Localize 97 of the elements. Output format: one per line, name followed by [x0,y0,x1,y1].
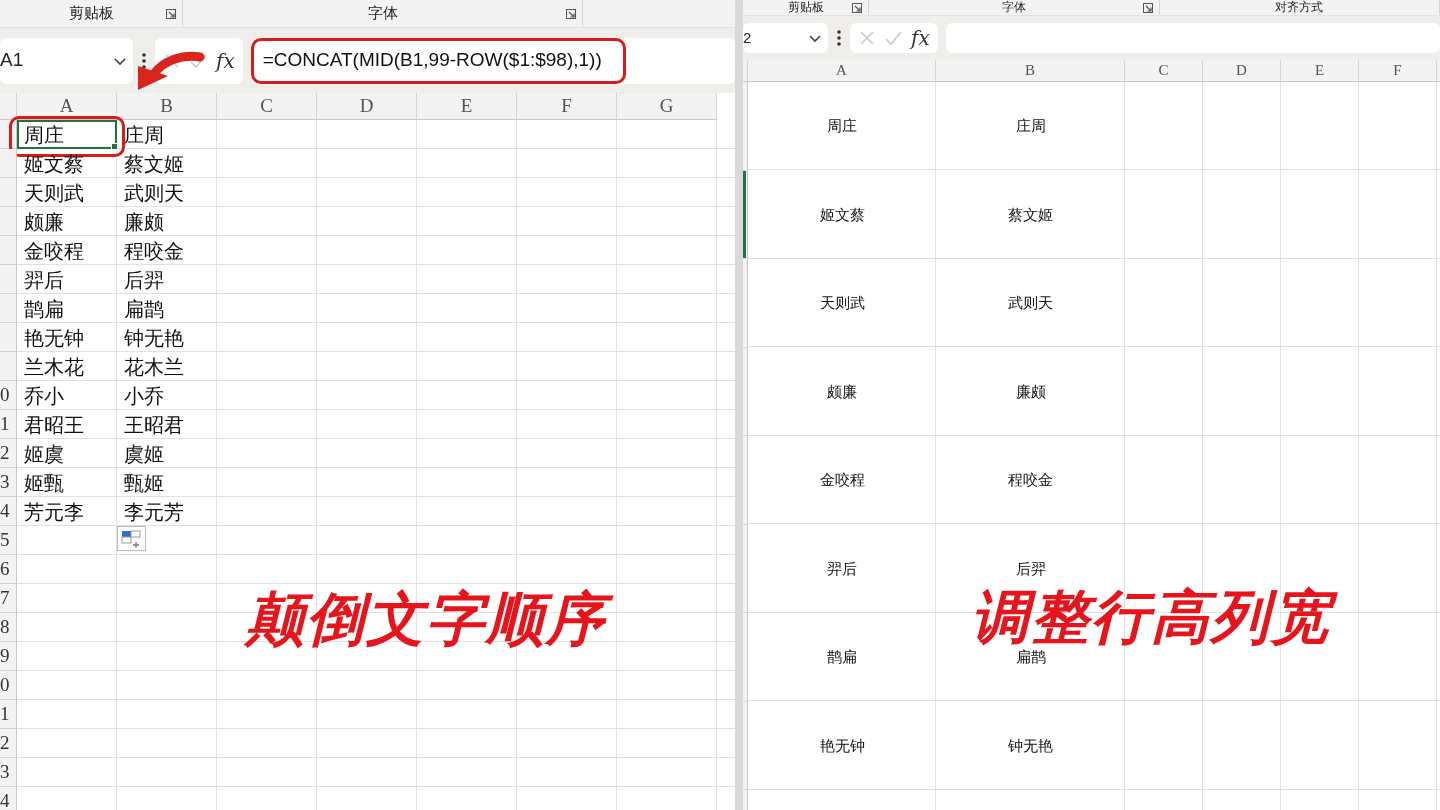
table-cell-text: 廉颇 [124,208,164,236]
row-header[interactable]: 1 [0,700,17,729]
table-cell-text: 后羿 [124,266,164,294]
table-cell-text: 姬文蔡 [819,204,865,226]
column-header[interactable]: D [317,93,417,120]
table-cell-text: 庄周 [1015,116,1046,137]
caption-text: 调整行高列宽 [965,586,1345,650]
row-header[interactable]: 6 [0,555,17,584]
table-cell-text: 君昭王 [24,411,84,439]
row-header[interactable]: 4 [0,497,17,526]
table-cell-text: 小乔 [124,382,164,410]
column-header[interactable]: A [17,93,117,120]
dialog-launcher-icon[interactable] [166,8,176,19]
chevron-icon[interactable] [808,32,822,44]
select-all-corner[interactable] [0,93,17,120]
column-header[interactable]: A [748,60,936,82]
column-header[interactable]: C [1125,60,1203,82]
table-cell-text: 钟无艳 [1008,735,1053,757]
row-header[interactable]: 2 [0,439,17,468]
row-header[interactable]: 0 [0,381,17,410]
table-cell-text: 庄周 [124,121,164,149]
selected-cell[interactable]: 周庄 [17,120,117,149]
paste-options-icon[interactable] [117,526,146,551]
table-cell-text: 扁鹊 [1015,648,1046,668]
table-cell-text: 钟无艳 [124,324,184,352]
table-cell-text: 周庄 [827,116,857,137]
table-cell-text: 姬甄 [24,469,64,497]
table-cell-text: 天则武 [24,179,84,207]
table-cell-text: 蔡文姬 [1008,204,1053,226]
column-header[interactable]: B [117,93,217,120]
row-header[interactable]: 7 [0,584,17,613]
table-cell-text: 武则天 [1008,293,1053,314]
ribbon-group-label: 对齐方式 [1275,0,1324,15]
column-header[interactable]: G [617,93,717,120]
column-header[interactable]: E [1281,60,1359,82]
ribbon-group-label: 剪贴板 [68,5,114,22]
more-options-icon[interactable] [141,51,147,70]
name-box[interactable]: A1 [0,37,133,84]
table-cell-text: 程咬金 [1008,470,1053,491]
row-header[interactable]: 3 [0,758,17,787]
table-cell-text: 王昭君 [124,411,184,439]
table-cell-text: 姬文蔡 [24,150,84,178]
table-cell-text: 后羿 [1015,558,1046,580]
insert-function-button[interactable]: fx [911,28,930,48]
table-cell-text: 虞姬 [124,440,164,468]
dialog-launcher-icon[interactable] [566,8,576,19]
table-cell-text: 艳无钟 [819,735,865,757]
dialog-launcher-icon[interactable] [852,2,863,13]
table-cell-text: 鹊扁 [827,647,857,668]
table-cell-text: 程咬金 [124,237,184,265]
row-header[interactable]: 9 [0,642,17,671]
row-header[interactable]: 5 [0,526,17,555]
column-header[interactable]: D [1203,60,1281,82]
table-cell-text: 颇廉 [827,381,857,403]
caption-text: 颠倒文字顺序 [240,588,620,652]
column-header[interactable]: F [517,93,617,120]
table-cell-text: 艳无钟 [24,324,84,352]
dialog-launcher-icon[interactable] [1142,2,1153,13]
ribbon-group-label: 字体 [1001,0,1026,15]
table-cell-text: 天则武 [819,293,865,314]
ribbon-group-label: 字体 [367,5,398,22]
row-header[interactable]: 3 [0,468,17,497]
column-header[interactable]: E [417,93,517,120]
column-header[interactable]: F [1359,60,1437,82]
name-box-value: 2 [743,27,752,48]
formula-text: =CONCAT(MID(B1,99-ROW($1:$98),1)) [261,48,602,73]
table-cell-text: 廉颇 [1015,381,1046,403]
table-cell-text: 鹊扁 [24,295,64,323]
ribbon-group-label: 剪贴板 [787,0,824,15]
table-cell-text: 乔小 [24,382,64,410]
row-header[interactable]: 2 [0,729,17,758]
insert-function-button[interactable]: fx [216,50,235,71]
name-box[interactable]: 2 [743,23,828,53]
table-cell-text: 李元芳 [124,498,184,526]
table-cell-text: 羿后 [827,558,857,580]
table-cell-text: 金咬程 [24,237,84,265]
table-cell-text: 扁鹊 [124,295,164,323]
table-cell-text: 甄姬 [124,469,164,497]
name-box-value: A1 [0,48,24,73]
table-cell-text: 花木兰 [124,353,184,381]
row-header[interactable]: 8 [0,613,17,642]
formula-field[interactable]: =CONCAT(MID(B1,99-ROW($1:$98),1)) [250,37,735,84]
table-cell-text: 颇廉 [24,208,64,236]
fill-handle[interactable] [111,143,118,150]
table-cell-text: 羿后 [24,266,64,294]
table-cell-text: 金咬程 [819,470,865,491]
row-header[interactable]: 1 [0,410,17,439]
table-cell-text: 芳元李 [24,498,84,526]
table-cell-text: 蔡文姬 [124,150,184,178]
column-header[interactable]: C [217,93,317,120]
row-header[interactable]: 0 [0,671,17,700]
more-options-icon[interactable] [836,29,842,47]
table-cell-text: 兰木花 [24,353,84,381]
column-header[interactable]: B [936,60,1125,82]
row-header[interactable]: 4 [0,787,17,810]
table-cell-text: 武则天 [124,179,184,207]
table-cell-text: 姬虞 [24,440,64,468]
